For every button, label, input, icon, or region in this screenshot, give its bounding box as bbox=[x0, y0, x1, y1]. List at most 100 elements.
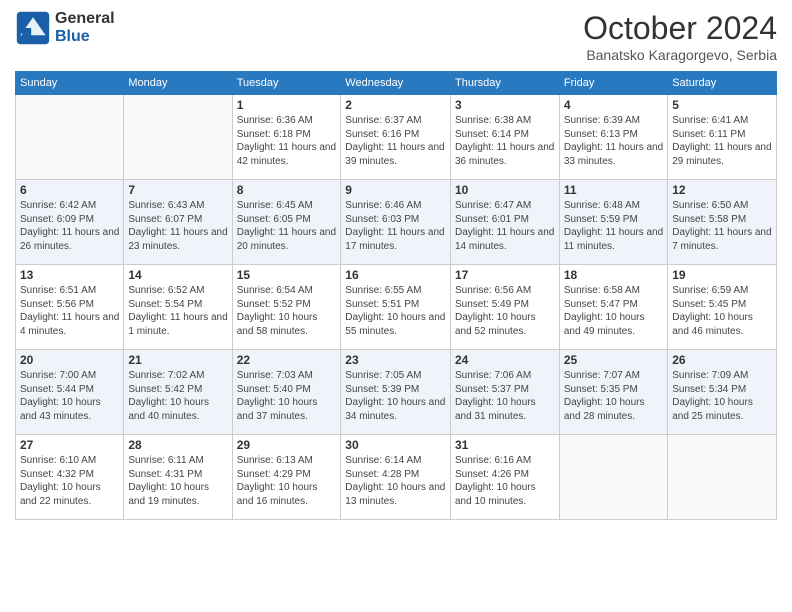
day-number: 26 bbox=[672, 353, 772, 367]
day-number: 9 bbox=[345, 183, 446, 197]
calendar-cell: 6Sunrise: 6:42 AM Sunset: 6:09 PM Daylig… bbox=[16, 180, 124, 265]
day-info: Sunrise: 6:56 AM Sunset: 5:49 PM Dayligh… bbox=[455, 284, 555, 338]
calendar-header-sunday: Sunday bbox=[16, 72, 124, 95]
day-info: Sunrise: 7:06 AM Sunset: 5:37 PM Dayligh… bbox=[455, 369, 555, 423]
logo: General Blue bbox=[15, 10, 115, 46]
day-info: Sunrise: 7:09 AM Sunset: 5:34 PM Dayligh… bbox=[672, 369, 772, 423]
day-info: Sunrise: 6:51 AM Sunset: 5:56 PM Dayligh… bbox=[20, 284, 119, 338]
calendar-cell bbox=[124, 95, 232, 180]
day-info: Sunrise: 6:46 AM Sunset: 6:03 PM Dayligh… bbox=[345, 199, 446, 253]
day-info: Sunrise: 6:16 AM Sunset: 4:26 PM Dayligh… bbox=[455, 454, 555, 508]
day-number: 21 bbox=[128, 353, 227, 367]
day-info: Sunrise: 6:43 AM Sunset: 6:07 PM Dayligh… bbox=[128, 199, 227, 253]
day-info: Sunrise: 7:03 AM Sunset: 5:40 PM Dayligh… bbox=[237, 369, 337, 423]
calendar-cell: 8 Sunrise: 6:45 AM Sunset: 6:05 PM Daylig… bbox=[232, 180, 341, 265]
calendar-header-friday: Friday bbox=[559, 72, 667, 95]
calendar-cell: 2Sunrise: 6:37 AM Sunset: 6:16 PM Daylig… bbox=[341, 95, 451, 180]
day-info: Sunrise: 6:11 AM Sunset: 4:31 PM Dayligh… bbox=[128, 454, 227, 508]
day-info: Sunrise: 7:05 AM Sunset: 5:39 PM Dayligh… bbox=[345, 369, 446, 423]
calendar-cell: 11 Sunrise: 6:48 AM Sunset: 5:59 PM Dayli… bbox=[559, 180, 667, 265]
calendar-cell: 14 Sunrise: 6:52 AM Sunset: 5:54 PM Dayli… bbox=[124, 265, 232, 350]
day-number: 14 bbox=[128, 268, 227, 282]
calendar-cell: 28 Sunrise: 6:11 AM Sunset: 4:31 PM Dayli… bbox=[124, 435, 232, 520]
location-subtitle: Banatsko Karagorgevo, Serbia bbox=[583, 47, 777, 63]
day-number: 1 bbox=[237, 98, 337, 112]
day-number: 13 bbox=[20, 268, 119, 282]
day-number: 30 bbox=[345, 438, 446, 452]
day-number: 5 bbox=[672, 98, 772, 112]
calendar-header-saturday: Saturday bbox=[668, 72, 777, 95]
day-number: 6 bbox=[20, 183, 119, 197]
day-info: Sunrise: 6:14 AM Sunset: 4:28 PM Dayligh… bbox=[345, 454, 446, 508]
calendar-cell: 25 Sunrise: 7:07 AM Sunset: 5:35 PM Dayli… bbox=[559, 350, 667, 435]
day-info: Sunrise: 6:47 AM Sunset: 6:01 PM Dayligh… bbox=[455, 199, 555, 253]
day-number: 25 bbox=[564, 353, 663, 367]
day-number: 16 bbox=[345, 268, 446, 282]
day-info: Sunrise: 6:41 AM Sunset: 6:11 PM Dayligh… bbox=[672, 114, 772, 168]
calendar-cell: 20Sunrise: 7:00 AM Sunset: 5:44 PM Dayli… bbox=[16, 350, 124, 435]
calendar-cell: 7 Sunrise: 6:43 AM Sunset: 6:07 PM Daylig… bbox=[124, 180, 232, 265]
calendar-cell: 13 Sunrise: 6:51 AM Sunset: 5:56 PM Dayli… bbox=[16, 265, 124, 350]
day-info: Sunrise: 7:00 AM Sunset: 5:44 PM Dayligh… bbox=[20, 369, 119, 423]
calendar-cell: 19Sunrise: 6:59 AM Sunset: 5:45 PM Dayli… bbox=[668, 265, 777, 350]
day-info: Sunrise: 6:54 AM Sunset: 5:52 PM Dayligh… bbox=[237, 284, 337, 338]
day-number: 10 bbox=[455, 183, 555, 197]
day-number: 23 bbox=[345, 353, 446, 367]
logo-text: General Blue bbox=[55, 10, 115, 45]
day-number: 18 bbox=[564, 268, 663, 282]
calendar-cell: 21 Sunrise: 7:02 AM Sunset: 5:42 PM Dayli… bbox=[124, 350, 232, 435]
calendar-header-row: SundayMondayTuesdayWednesdayThursdayFrid… bbox=[16, 72, 777, 95]
day-number: 27 bbox=[20, 438, 119, 452]
calendar-cell: 9 Sunrise: 6:46 AM Sunset: 6:03 PM Daylig… bbox=[341, 180, 451, 265]
calendar-cell: 16 Sunrise: 6:55 AM Sunset: 5:51 PM Dayli… bbox=[341, 265, 451, 350]
day-number: 22 bbox=[237, 353, 337, 367]
day-info: Sunrise: 6:13 AM Sunset: 4:29 PM Dayligh… bbox=[237, 454, 337, 508]
day-number: 12 bbox=[672, 183, 772, 197]
calendar-cell: 23 Sunrise: 7:05 AM Sunset: 5:39 PM Dayli… bbox=[341, 350, 451, 435]
day-number: 28 bbox=[128, 438, 227, 452]
day-number: 11 bbox=[564, 183, 663, 197]
title-block: October 2024 Banatsko Karagorgevo, Serbi… bbox=[583, 10, 777, 63]
calendar-header-tuesday: Tuesday bbox=[232, 72, 341, 95]
logo-blue: Blue bbox=[55, 28, 115, 46]
day-number: 2 bbox=[345, 98, 446, 112]
calendar-cell bbox=[559, 435, 667, 520]
day-info: Sunrise: 6:45 AM Sunset: 6:05 PM Dayligh… bbox=[237, 199, 337, 253]
day-info: Sunrise: 7:07 AM Sunset: 5:35 PM Dayligh… bbox=[564, 369, 663, 423]
calendar-cell: 31 Sunrise: 6:16 AM Sunset: 4:26 PM Dayli… bbox=[451, 435, 560, 520]
day-number: 17 bbox=[455, 268, 555, 282]
calendar-cell: 5 Sunrise: 6:41 AM Sunset: 6:11 PM Daylig… bbox=[668, 95, 777, 180]
day-info: Sunrise: 6:10 AM Sunset: 4:32 PM Dayligh… bbox=[20, 454, 119, 508]
header: General Blue October 2024 Banatsko Karag… bbox=[15, 10, 777, 63]
calendar-cell: 3Sunrise: 6:38 AM Sunset: 6:14 PM Daylig… bbox=[451, 95, 560, 180]
calendar-cell bbox=[16, 95, 124, 180]
calendar-cell: 24Sunrise: 7:06 AM Sunset: 5:37 PM Dayli… bbox=[451, 350, 560, 435]
calendar-cell: 30 Sunrise: 6:14 AM Sunset: 4:28 PM Dayli… bbox=[341, 435, 451, 520]
day-number: 4 bbox=[564, 98, 663, 112]
day-info: Sunrise: 6:36 AM Sunset: 6:18 PM Dayligh… bbox=[237, 114, 337, 168]
page: General Blue October 2024 Banatsko Karag… bbox=[0, 0, 792, 612]
calendar-cell: 4 Sunrise: 6:39 AM Sunset: 6:13 PM Daylig… bbox=[559, 95, 667, 180]
day-info: Sunrise: 6:52 AM Sunset: 5:54 PM Dayligh… bbox=[128, 284, 227, 338]
calendar-cell: 26 Sunrise: 7:09 AM Sunset: 5:34 PM Dayli… bbox=[668, 350, 777, 435]
day-number: 8 bbox=[237, 183, 337, 197]
calendar-cell: 1 Sunrise: 6:36 AM Sunset: 6:18 PM Daylig… bbox=[232, 95, 341, 180]
day-number: 7 bbox=[128, 183, 227, 197]
calendar-cell: 18Sunrise: 6:58 AM Sunset: 5:47 PM Dayli… bbox=[559, 265, 667, 350]
day-number: 29 bbox=[237, 438, 337, 452]
day-number: 15 bbox=[237, 268, 337, 282]
day-info: Sunrise: 6:39 AM Sunset: 6:13 PM Dayligh… bbox=[564, 114, 663, 168]
day-info: Sunrise: 6:55 AM Sunset: 5:51 PM Dayligh… bbox=[345, 284, 446, 338]
calendar-cell: 17 Sunrise: 6:56 AM Sunset: 5:49 PM Dayli… bbox=[451, 265, 560, 350]
day-number: 19 bbox=[672, 268, 772, 282]
day-info: Sunrise: 6:48 AM Sunset: 5:59 PM Dayligh… bbox=[564, 199, 663, 253]
calendar-table: SundayMondayTuesdayWednesdayThursdayFrid… bbox=[15, 71, 777, 520]
calendar-week-1: 1 Sunrise: 6:36 AM Sunset: 6:18 PM Daylig… bbox=[16, 95, 777, 180]
day-number: 3 bbox=[455, 98, 555, 112]
day-number: 31 bbox=[455, 438, 555, 452]
calendar-week-2: 6Sunrise: 6:42 AM Sunset: 6:09 PM Daylig… bbox=[16, 180, 777, 265]
calendar-header-wednesday: Wednesday bbox=[341, 72, 451, 95]
calendar-cell: 10 Sunrise: 6:47 AM Sunset: 6:01 PM Dayli… bbox=[451, 180, 560, 265]
calendar-week-4: 20Sunrise: 7:00 AM Sunset: 5:44 PM Dayli… bbox=[16, 350, 777, 435]
day-info: Sunrise: 7:02 AM Sunset: 5:42 PM Dayligh… bbox=[128, 369, 227, 423]
